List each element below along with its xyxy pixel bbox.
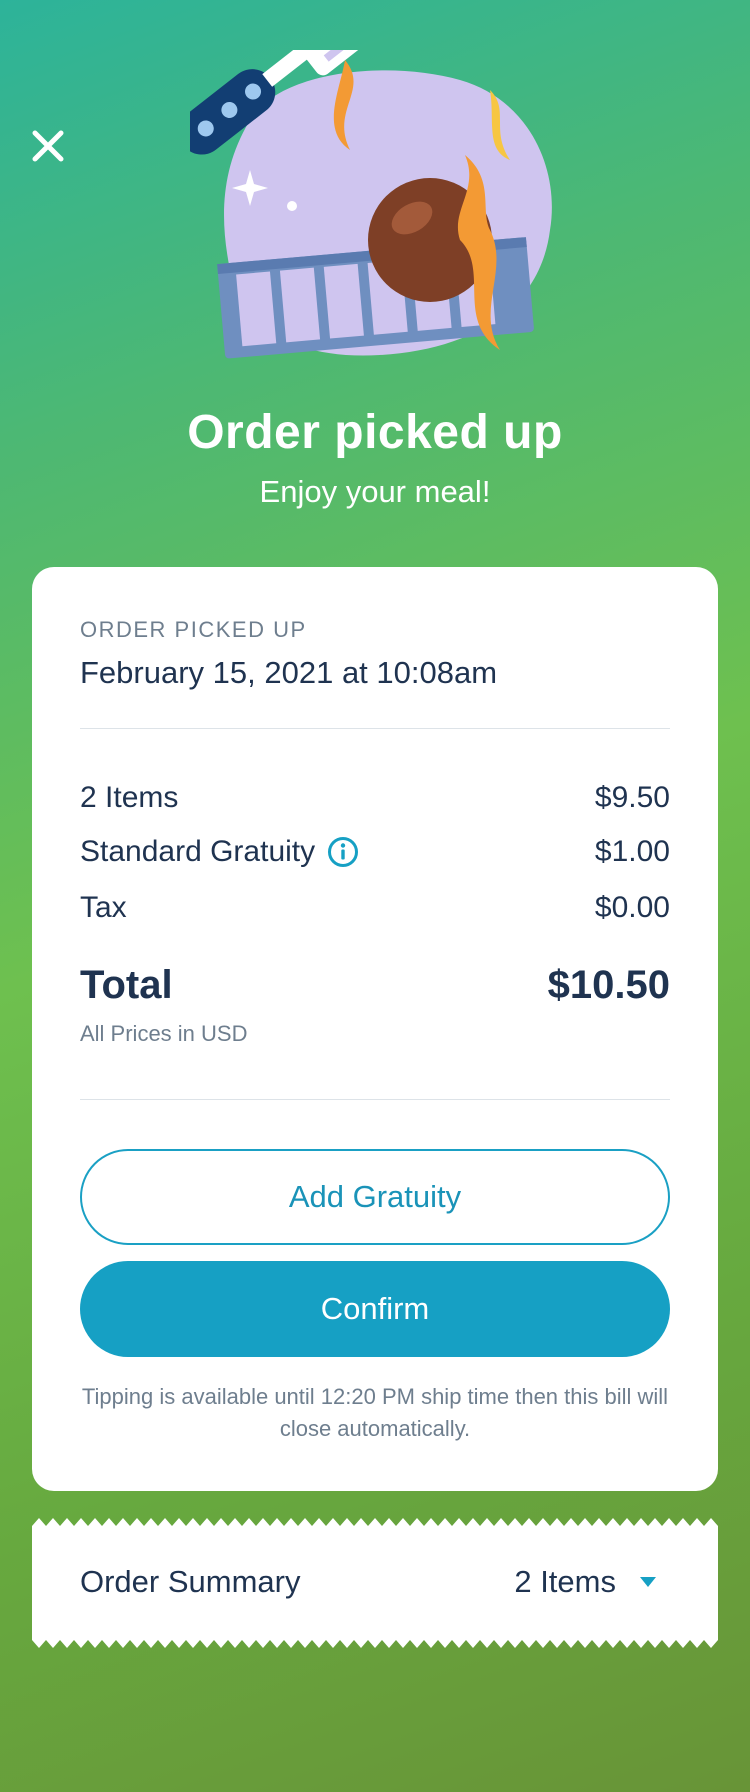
caret-down-icon — [640, 1577, 656, 1587]
page-subtitle: Enjoy your meal! — [259, 474, 491, 509]
tip-availability-note: Tipping is available until 12:20 PM ship… — [81, 1384, 669, 1441]
line-item-label: Tax — [80, 891, 127, 924]
order-summary-count: 2 Items — [514, 1564, 616, 1599]
line-item-items: 2 Items $9.50 — [80, 781, 670, 815]
total-amount: $10.50 — [547, 963, 670, 1007]
currency-note: All Prices in USD — [80, 1021, 248, 1046]
order-status-label: ORDER PICKED UP — [80, 617, 307, 642]
divider — [80, 1099, 670, 1100]
total-label: Total — [80, 963, 173, 1007]
info-icon[interactable] — [327, 836, 359, 868]
line-item-tax: Tax $0.00 — [80, 891, 670, 925]
line-item-amount: $1.00 — [594, 835, 670, 868]
close-button[interactable] — [26, 124, 70, 168]
add-gratuity-button[interactable]: Add Gratuity — [80, 1149, 670, 1245]
order-summary-count-group: 2 Items — [514, 1564, 658, 1600]
page-title: Order picked up — [187, 406, 563, 459]
line-item-gratuity: Standard Gratuity $1.00 — [80, 835, 670, 869]
receipt-card: ORDER PICKED UP February 15, 2021 at 10:… — [32, 567, 718, 1491]
order-timestamp: February 15, 2021 at 10:08am — [80, 655, 498, 690]
line-item-amount: $0.00 — [594, 891, 670, 924]
order-summary-toggle[interactable]: Order Summary 2 Items — [32, 1518, 718, 1648]
line-item-label: Standard Gratuity — [80, 835, 316, 868]
confirm-button[interactable]: Confirm — [80, 1261, 670, 1357]
line-item-amount: $9.50 — [594, 781, 670, 814]
grill-spatula-illustration — [190, 50, 552, 359]
line-item-label: 2 Items — [80, 781, 179, 814]
total-row: Total $10.50 — [80, 963, 670, 1008]
close-icon — [32, 130, 64, 162]
divider — [80, 728, 670, 729]
order-summary-label: Order Summary — [80, 1564, 301, 1599]
